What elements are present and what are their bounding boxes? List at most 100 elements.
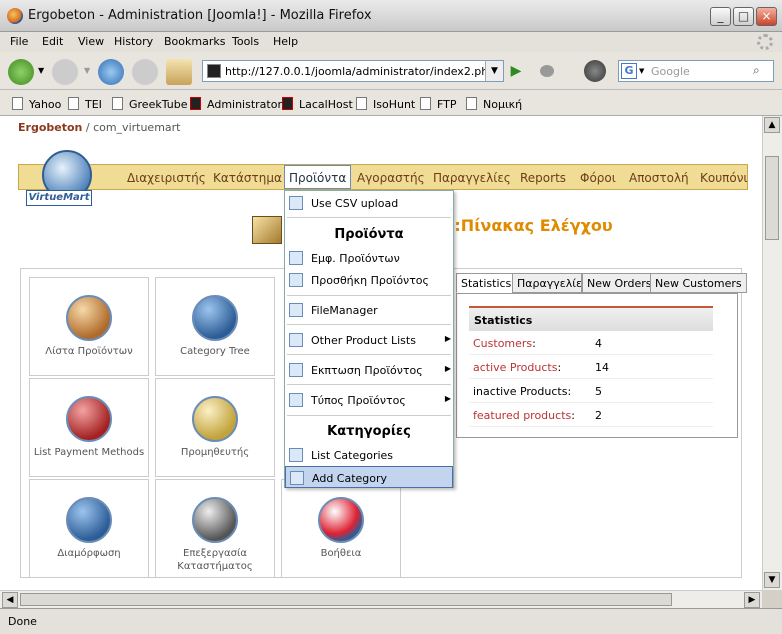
- stats-row-customers: Customers: 4: [469, 331, 713, 355]
- minimize-button[interactable]: _: [710, 7, 731, 26]
- forward-history-dropdown-icon[interactable]: ▼: [84, 66, 90, 75]
- menu-separator: [287, 217, 451, 218]
- vm-menu-admin[interactable]: Διαχειριστής: [127, 171, 206, 185]
- menu-view[interactable]: View: [78, 35, 104, 48]
- tile-configuration[interactable]: Διαμόρφωση: [29, 479, 149, 578]
- list-icon: [289, 251, 303, 265]
- vm-menu-taxes[interactable]: Φόροι: [580, 171, 616, 185]
- google-engine-icon[interactable]: G: [621, 63, 637, 79]
- menu-item-list-categories[interactable]: List Categories: [285, 444, 453, 466]
- back-history-dropdown-icon[interactable]: ▼: [38, 66, 44, 75]
- menu-item-add-category[interactable]: Add Category: [285, 466, 453, 488]
- stop-icon[interactable]: [132, 59, 158, 85]
- breadcrumb-separator: /: [82, 121, 94, 134]
- search-input[interactable]: Google: [651, 65, 690, 78]
- stat-label[interactable]: active Products: [473, 361, 557, 374]
- tab-new-orders[interactable]: New Orders: [582, 273, 657, 293]
- menu-item-csv-upload[interactable]: Use CSV upload: [285, 192, 453, 214]
- menu-item-show-products[interactable]: Εμφ. Προϊόντων: [285, 247, 453, 269]
- bookmark-ftp[interactable]: FTP: [420, 97, 457, 111]
- menu-item-label: FileManager: [311, 304, 378, 317]
- tab-new-customers[interactable]: New Customers: [650, 273, 747, 293]
- tile-payment-methods[interactable]: List Payment Methods: [29, 378, 149, 477]
- back-arrow-icon[interactable]: [8, 59, 34, 85]
- menu-item-add-product[interactable]: Προσθήκη Προϊόντος: [285, 269, 453, 291]
- menu-item-label: List Categories: [311, 449, 394, 462]
- tab-statistics[interactable]: Statistics: [456, 273, 517, 293]
- store-icon: [192, 497, 238, 543]
- bookmark-yahoo[interactable]: Yahoo: [12, 97, 61, 111]
- menu-help[interactable]: Help: [273, 35, 298, 48]
- forward-arrow-icon[interactable]: [52, 59, 78, 85]
- menu-history[interactable]: History: [114, 35, 153, 48]
- scroll-down-icon[interactable]: ▼: [764, 572, 780, 588]
- stat-colon: :: [571, 409, 575, 422]
- vertical-scrollbar[interactable]: ▲ ▼: [762, 116, 782, 590]
- menu-item-product-discount[interactable]: Εκπτωση Προϊόντος ▶: [285, 359, 453, 381]
- vm-menu-shipping[interactable]: Αποστολή: [629, 171, 689, 185]
- stat-colon: :: [532, 337, 536, 350]
- menu-item-filemanager[interactable]: FileManager: [285, 299, 453, 321]
- profile-icon[interactable]: [584, 60, 606, 82]
- vm-menu-coupons[interactable]: Κουπόνι: [700, 171, 748, 185]
- filemanager-icon: [289, 303, 303, 317]
- scroll-up-icon[interactable]: ▲: [764, 117, 780, 133]
- firefox-icon: [7, 8, 23, 24]
- bookmark-greektube[interactable]: GreekTube: [112, 97, 187, 111]
- bookmark-isohunt[interactable]: IsoHunt: [356, 97, 415, 111]
- go-button[interactable]: ▶: [506, 60, 526, 82]
- menu-edit[interactable]: Edit: [42, 35, 63, 48]
- products-dropdown-menu: Use CSV upload Προϊόντα Εμφ. Προϊόντων Π…: [284, 190, 454, 488]
- bookmark-administrator[interactable]: Administrator: [190, 97, 282, 111]
- url-dropdown-icon[interactable]: ▼: [485, 61, 503, 81]
- tile-product-list[interactable]: Λίστα Προϊόντων: [29, 277, 149, 376]
- menu-item-label: Add Category: [312, 472, 388, 485]
- stat-label[interactable]: Customers: [473, 337, 532, 350]
- throbber-icon: [757, 34, 773, 50]
- breadcrumb-site-link[interactable]: Ergobeton: [18, 121, 82, 134]
- addon-icon[interactable]: [540, 65, 554, 77]
- search-box[interactable]: G ▼ Google ⌕: [618, 60, 774, 82]
- submenu-arrow-icon: ▶: [444, 394, 451, 403]
- breadcrumb: Ergobeton / com_virtuemart: [18, 121, 181, 134]
- stat-value: 2: [595, 409, 602, 422]
- stat-label[interactable]: featured products: [473, 409, 571, 422]
- tile-edit-store[interactable]: Επεξεργασία Καταστήματος: [155, 479, 275, 578]
- menu-item-label: Use CSV upload: [311, 197, 399, 210]
- tile-vendor[interactable]: Προμηθευτής: [155, 378, 275, 477]
- page-icon: [112, 97, 123, 110]
- menu-tools[interactable]: Tools: [232, 35, 259, 48]
- url-text[interactable]: http://127.0.0.1/joomla/administrator/in…: [225, 65, 487, 78]
- horizontal-scroll-thumb[interactable]: [20, 593, 672, 606]
- horizontal-scrollbar[interactable]: ◀ ▶: [0, 590, 762, 608]
- menu-item-product-types[interactable]: Τύπος Προϊόντος ▶: [285, 389, 453, 411]
- home-icon[interactable]: [166, 59, 192, 85]
- menu-bookmarks[interactable]: Bookmarks: [164, 35, 225, 48]
- menu-separator: [287, 415, 451, 416]
- vm-menu-store[interactable]: Κατάστημα: [213, 171, 282, 185]
- tile-category-tree[interactable]: Category Tree: [155, 277, 275, 376]
- navigation-toolbar: ▼ ▼ http://127.0.0.1/joomla/administrato…: [0, 52, 782, 90]
- tab-orders[interactable]: Παραγγελίες: [512, 273, 582, 293]
- vm-menu-products[interactable]: Προϊόντα: [284, 165, 352, 189]
- bookmark-tei[interactable]: TEI: [68, 97, 102, 111]
- vertical-scroll-thumb[interactable]: [765, 156, 779, 240]
- tile-help[interactable]: Βοήθεια: [281, 479, 401, 578]
- search-magnifier-icon[interactable]: ⌕: [753, 63, 771, 79]
- close-window-button[interactable]: ×: [756, 7, 777, 26]
- page-icon: [68, 97, 79, 110]
- engine-dropdown-icon[interactable]: ▼: [639, 67, 644, 75]
- scroll-left-icon[interactable]: ◀: [2, 592, 18, 608]
- bookmark-nomiki[interactable]: Νομική: [466, 97, 522, 111]
- reload-icon[interactable]: [98, 59, 124, 85]
- vm-menu-orders[interactable]: Παραγγελίες: [433, 171, 511, 185]
- maximize-button[interactable]: □: [733, 7, 754, 26]
- vm-menu-reports[interactable]: Reports: [520, 171, 566, 185]
- scroll-right-icon[interactable]: ▶: [744, 592, 760, 608]
- stat-label: inactive Products:: [473, 385, 572, 398]
- menu-file[interactable]: File: [10, 35, 28, 48]
- vm-menu-shopper[interactable]: Αγοραστής: [357, 171, 425, 185]
- menu-item-other-product-lists[interactable]: Other Product Lists ▶: [285, 329, 453, 351]
- bookmark-lacalhost[interactable]: LacalHost: [282, 97, 353, 111]
- url-bar[interactable]: http://127.0.0.1/joomla/administrator/in…: [202, 60, 504, 82]
